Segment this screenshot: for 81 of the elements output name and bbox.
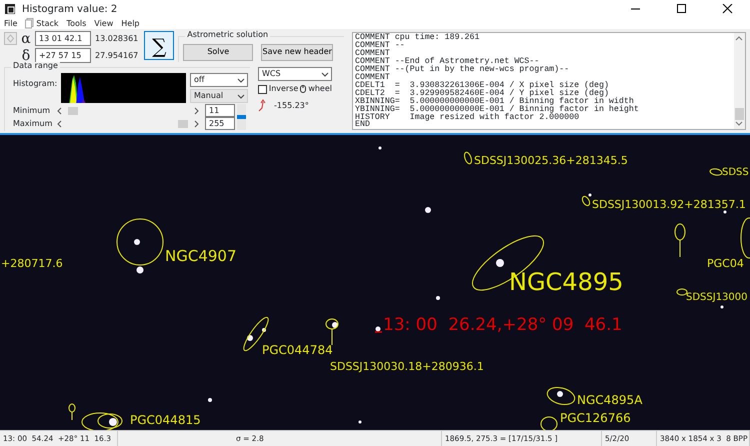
- object-label: PGC044784: [262, 344, 333, 356]
- checkbox-label: Inverse: [268, 83, 298, 95]
- slider-label: Maximum: [13, 118, 54, 130]
- ellipse-marker: [116, 218, 164, 266]
- object-label: PGC126766: [560, 412, 631, 424]
- histogram-label: Histogram:: [13, 78, 57, 90]
- projection-dropdown[interactable]: WCS: [258, 67, 332, 81]
- object-label: SDSSJ13000: [686, 293, 748, 303]
- ellipse-marker: [464, 152, 472, 164]
- dropdown[interactable]: off: [190, 73, 248, 87]
- cursor-coordinate: 13: 00 26.24,+28° 09 46.1: [383, 317, 622, 334]
- menu-item[interactable]: View: [94, 20, 114, 28]
- header-line: COMMENT --End of Astrometry.net WCS--: [355, 58, 540, 66]
- ellipse-marker: [582, 196, 590, 206]
- solve-button[interactable]: Solve: [183, 44, 254, 60]
- slider-thumb[interactable]: [237, 115, 246, 119]
- menu-item[interactable]: File: [4, 20, 18, 28]
- coordinate-decimal: 27.954167: [95, 50, 138, 62]
- header-line: COMMENT --: [355, 42, 405, 50]
- coordinate-symbol: α: [20, 32, 32, 46]
- slider-label: Minimum: [13, 104, 52, 116]
- slider-thumb[interactable]: [68, 106, 78, 114]
- object-label: NGC4907: [165, 249, 236, 264]
- header-line: COMMENT cpu time: 189.261: [355, 34, 480, 42]
- menu-item[interactable]: Stack: [36, 20, 59, 28]
- group-title: Data range: [11, 62, 60, 70]
- object-label: SDSSJ130013.92+281357.1: [592, 199, 746, 210]
- app-icon: [4, 3, 16, 15]
- coordinate-decimal: 13.028361: [95, 32, 138, 44]
- slider-thumb[interactable]: [178, 120, 188, 128]
- pin-marker: [326, 318, 338, 346]
- value-field[interactable]: 11: [205, 104, 235, 117]
- object-label: SDSSJ130025.36+281345.5: [474, 155, 628, 166]
- coordinate-field[interactable]: +27 57 15: [35, 48, 91, 63]
- scrollbar-thumb[interactable]: [735, 108, 744, 120]
- ellipse-marker: [546, 386, 576, 406]
- vertical-slider[interactable]: [237, 104, 246, 130]
- close-icon[interactable]: [722, 4, 732, 14]
- checkbox[interactable]: [258, 84, 267, 94]
- checkbox-label: wheel: [308, 83, 332, 95]
- window-title: Histogram value: 2: [22, 2, 118, 16]
- object-label: PGC04: [707, 258, 744, 269]
- value-field[interactable]: 255: [205, 117, 235, 130]
- group-title: Astrometric solution: [185, 31, 270, 39]
- rotation-arrow-icon: [258, 99, 266, 112]
- header-line: COMMENT: [355, 50, 391, 58]
- object-label: PGC044815: [130, 414, 201, 426]
- scroll-down-icon[interactable]: [734, 120, 744, 127]
- sum-button[interactable]: ∑: [144, 31, 174, 60]
- object-label: SDSS: [722, 168, 749, 178]
- menu-item[interactable]: Help: [121, 20, 140, 28]
- pin-marker: [674, 224, 686, 258]
- header-line: END: [355, 121, 371, 130]
- header-line: CDELT2 = 3.929909582460E-004 / Y pixel size (deg): [355, 90, 609, 98]
- scroll-up-icon[interactable]: [734, 35, 744, 42]
- maximize-icon[interactable]: [676, 4, 686, 14]
- ellipse-marker: [676, 288, 688, 296]
- header-line: CDELT1 = 3.930832261306E-004 / X pixel size (deg): [355, 82, 610, 90]
- dropdown[interactable]: Manual: [190, 89, 248, 103]
- rotation-angle: -155.23°: [274, 100, 309, 112]
- caret-icon: [237, 76, 245, 84]
- coordinate-field[interactable]: 13 01 42.1: [35, 31, 91, 46]
- pin-marker: [68, 404, 76, 420]
- object-label: NGC4895: [509, 270, 624, 294]
- header-line: XBINNING= 5.000000000000E-001 / Binning factor in width: [355, 98, 634, 106]
- ellipse-marker: [710, 168, 722, 176]
- object-label: +280717.6: [1, 258, 63, 269]
- save-header-button[interactable]: Save new header: [261, 44, 334, 60]
- coordinate-symbol: δ: [22, 48, 30, 62]
- header-line: HISTORY Image resized with factor 2.000000: [355, 114, 580, 122]
- header-line: COMMENT: [355, 74, 391, 82]
- mouse-icon: [300, 85, 306, 93]
- caret-icon: [321, 70, 329, 78]
- object-label: SDSSJ130030.18+280936.1: [330, 361, 484, 372]
- cursor-mark-icon: [375, 331, 382, 333]
- header-line: COMMENT --(Put in by the new-wcs program)--: [355, 66, 570, 74]
- header-line: YBINNING= 5.000000000000E-001 / Binning factor in height: [355, 106, 640, 114]
- header-text-area[interactable]: [352, 32, 746, 130]
- caret-icon: [237, 92, 245, 100]
- object-label: NGC4895A: [577, 394, 642, 406]
- menu-item[interactable]: Tools: [66, 20, 86, 28]
